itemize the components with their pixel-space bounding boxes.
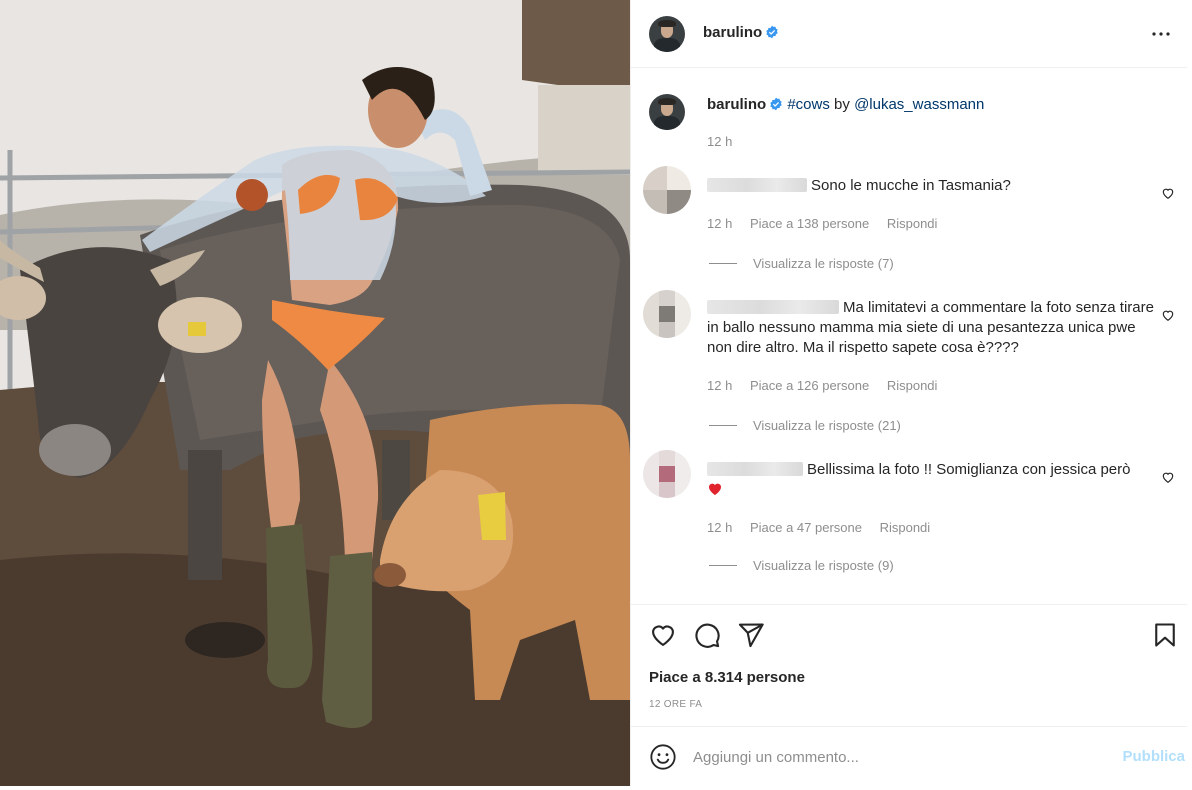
view-replies-button[interactable]: Visualizza le risposte (21) xyxy=(709,418,901,433)
comment-meta: 12 h Piace a 47 persone Rispondi xyxy=(707,520,944,535)
caption-hashtag[interactable]: #cows xyxy=(787,96,830,113)
comment-username-blurred[interactable] xyxy=(707,300,839,314)
comment-reply-button[interactable]: Rispondi xyxy=(880,520,931,535)
more-options-icon[interactable] xyxy=(1149,22,1173,46)
caption-author-username[interactable]: barulino xyxy=(707,96,766,113)
comment-likes[interactable]: Piace a 138 persone xyxy=(750,216,869,231)
post-header: barulino xyxy=(631,0,1187,68)
comment-username-blurred[interactable] xyxy=(707,462,803,476)
comment-username-blurred[interactable] xyxy=(707,178,807,192)
caption-time: 12 h xyxy=(707,134,733,149)
post-time-ago: 12 ORE FA xyxy=(649,699,703,710)
comment-input[interactable] xyxy=(693,745,1093,769)
comment-reply-button[interactable]: Rispondi xyxy=(887,378,938,393)
post-photo[interactable] xyxy=(0,0,630,786)
like-icon[interactable] xyxy=(649,621,677,649)
comment-avatar[interactable] xyxy=(643,166,691,214)
comment-like-icon[interactable] xyxy=(1161,470,1175,484)
comment-reply-button[interactable]: Rispondi xyxy=(887,216,938,231)
verified-badge-icon xyxy=(766,25,778,39)
comment-meta: 12 h Piace a 126 persone Rispondi xyxy=(707,378,951,393)
emoji-icon[interactable] xyxy=(649,743,677,771)
caption-mention[interactable]: @lukas_wassmann xyxy=(854,96,984,113)
comment-composer: Pubblica xyxy=(631,726,1187,786)
comment-time: 12 h xyxy=(707,378,733,393)
comment-likes[interactable]: Piace a 126 persone xyxy=(750,378,869,393)
comment-meta: 12 h Piace a 138 persone Rispondi xyxy=(707,216,951,231)
red-heart-emoji xyxy=(709,483,721,495)
likes-count[interactable]: Piace a 8.314 persone xyxy=(649,669,805,686)
author-avatar[interactable] xyxy=(649,16,685,52)
save-icon[interactable] xyxy=(1151,621,1179,649)
comment-text: Bellissima la foto !! Somiglianza con je… xyxy=(707,460,1161,500)
share-icon[interactable] xyxy=(737,621,765,649)
comment-like-icon[interactable] xyxy=(1161,308,1175,322)
verified-badge-icon xyxy=(770,97,782,111)
comment-text: Sono le mucche in Tasmania? xyxy=(707,176,1147,196)
comment-time: 12 h xyxy=(707,520,733,535)
comment-avatar[interactable] xyxy=(643,450,691,498)
post-actions: Piace a 8.314 persone 12 ORE FA xyxy=(631,604,1187,726)
caption-author-avatar[interactable] xyxy=(649,94,685,130)
comment-avatar[interactable] xyxy=(643,290,691,338)
view-replies-button[interactable]: Visualizza le risposte (7) xyxy=(709,256,894,271)
comment-text: Ma limitatevi a commentare la foto senza… xyxy=(707,299,1154,356)
view-replies-button[interactable]: Visualizza le risposte (9) xyxy=(709,558,894,573)
post-caption: barulino #cows by @lukas_wassmann xyxy=(707,96,984,113)
caption-by: by xyxy=(834,96,850,113)
author-username[interactable]: barulino xyxy=(703,24,779,41)
comment-likes[interactable]: Piace a 47 persone xyxy=(750,520,862,535)
post-details-panel: barulino barulino #cows by @lukas_wassma… xyxy=(630,0,1187,786)
comment-like-icon[interactable] xyxy=(1161,186,1175,200)
publish-button[interactable]: Pubblica xyxy=(1122,748,1185,765)
comment-time: 12 h xyxy=(707,216,733,231)
comment-icon[interactable] xyxy=(693,621,721,649)
post-photo-illustration xyxy=(0,0,630,786)
